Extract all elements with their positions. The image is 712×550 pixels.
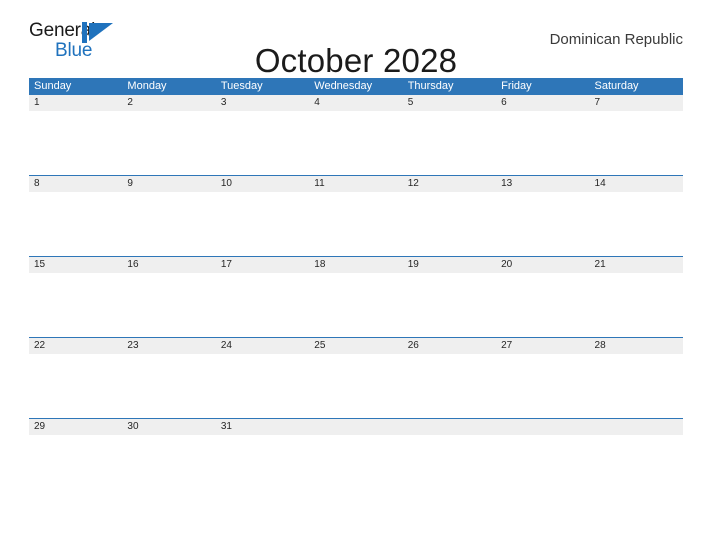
weekday-header-wednesday: Wednesday [314,80,373,92]
day-cell[interactable]: 15 [29,259,122,271]
week-date-band: 1 2 3 4 5 6 7 [29,95,683,111]
week-date-band: 29 30 31 [29,419,683,435]
country-label: Dominican Republic [549,30,683,48]
day-cell[interactable]: 19 [403,259,496,271]
calendar-grid: Sunday Monday Tuesday Wednesday Thursday… [29,78,683,435]
week-event-area [29,111,683,175]
week-date-band: 8 9 10 11 12 13 14 [29,176,683,192]
day-cell[interactable]: 30 [122,421,215,433]
week-event-area [29,192,683,256]
weekday-header-row: Sunday Monday Tuesday Wednesday Thursday… [29,78,683,95]
weekday-header-sunday: Sunday [34,80,72,92]
calendar-page: General Blue October 2028 Dominican Repu… [0,0,712,550]
day-cell[interactable]: 5 [403,97,496,109]
day-cell[interactable]: 18 [309,259,402,271]
day-cell[interactable]: 25 [309,340,402,352]
week-date-band: 22 23 24 25 26 27 28 [29,338,683,354]
day-cell[interactable]: 17 [216,259,309,271]
day-cell[interactable]: 26 [403,340,496,352]
calendar-week-row: 15 16 17 18 19 20 21 [29,256,683,337]
day-cell[interactable]: 20 [496,259,589,271]
day-cell[interactable]: 31 [216,421,309,433]
weekday-header-saturday: Saturday [594,80,639,92]
calendar-week-row: 8 9 10 11 12 13 14 [29,175,683,256]
weekday-header-thursday: Thursday [407,80,454,92]
day-cell[interactable]: 24 [216,340,309,352]
weekday-header-tuesday: Tuesday [220,80,263,92]
calendar-week-row: 29 30 31 [29,418,683,435]
day-cell[interactable]: 10 [216,178,309,190]
day-cell[interactable]: 23 [122,340,215,352]
page-title: October 2028 [254,42,458,80]
calendar-week-row: 22 23 24 25 26 27 28 [29,337,683,418]
day-cell[interactable]: 21 [590,259,683,271]
day-cell[interactable]: 14 [590,178,683,190]
day-cell[interactable]: 7 [590,97,683,109]
day-cell[interactable]: 11 [309,178,402,190]
logo-line-one: General [29,21,124,43]
day-cell[interactable]: 28 [590,340,683,352]
day-cell[interactable]: 13 [496,178,589,190]
calendar-week-row: 1 2 3 4 5 6 7 [29,95,683,175]
day-cell[interactable]: 27 [496,340,589,352]
day-cell[interactable]: 12 [403,178,496,190]
weekday-header-monday: Monday [127,80,167,92]
day-cell[interactable]: 9 [122,178,215,190]
day-cell[interactable]: 2 [122,97,215,109]
day-cell[interactable]: 1 [29,97,122,109]
week-event-area [29,273,683,337]
week-event-area [29,354,683,418]
day-cell[interactable]: 6 [496,97,589,109]
day-cell[interactable]: 4 [309,97,402,109]
day-cell[interactable]: 29 [29,421,122,433]
day-cell[interactable]: 22 [29,340,122,352]
week-date-band: 15 16 17 18 19 20 21 [29,257,683,273]
day-cell[interactable]: 3 [216,97,309,109]
day-cell[interactable]: 16 [122,259,215,271]
page-header: General Blue October 2028 Dominican Repu… [29,0,683,80]
weekday-header-friday: Friday [501,80,532,92]
day-cell[interactable]: 8 [29,178,122,190]
